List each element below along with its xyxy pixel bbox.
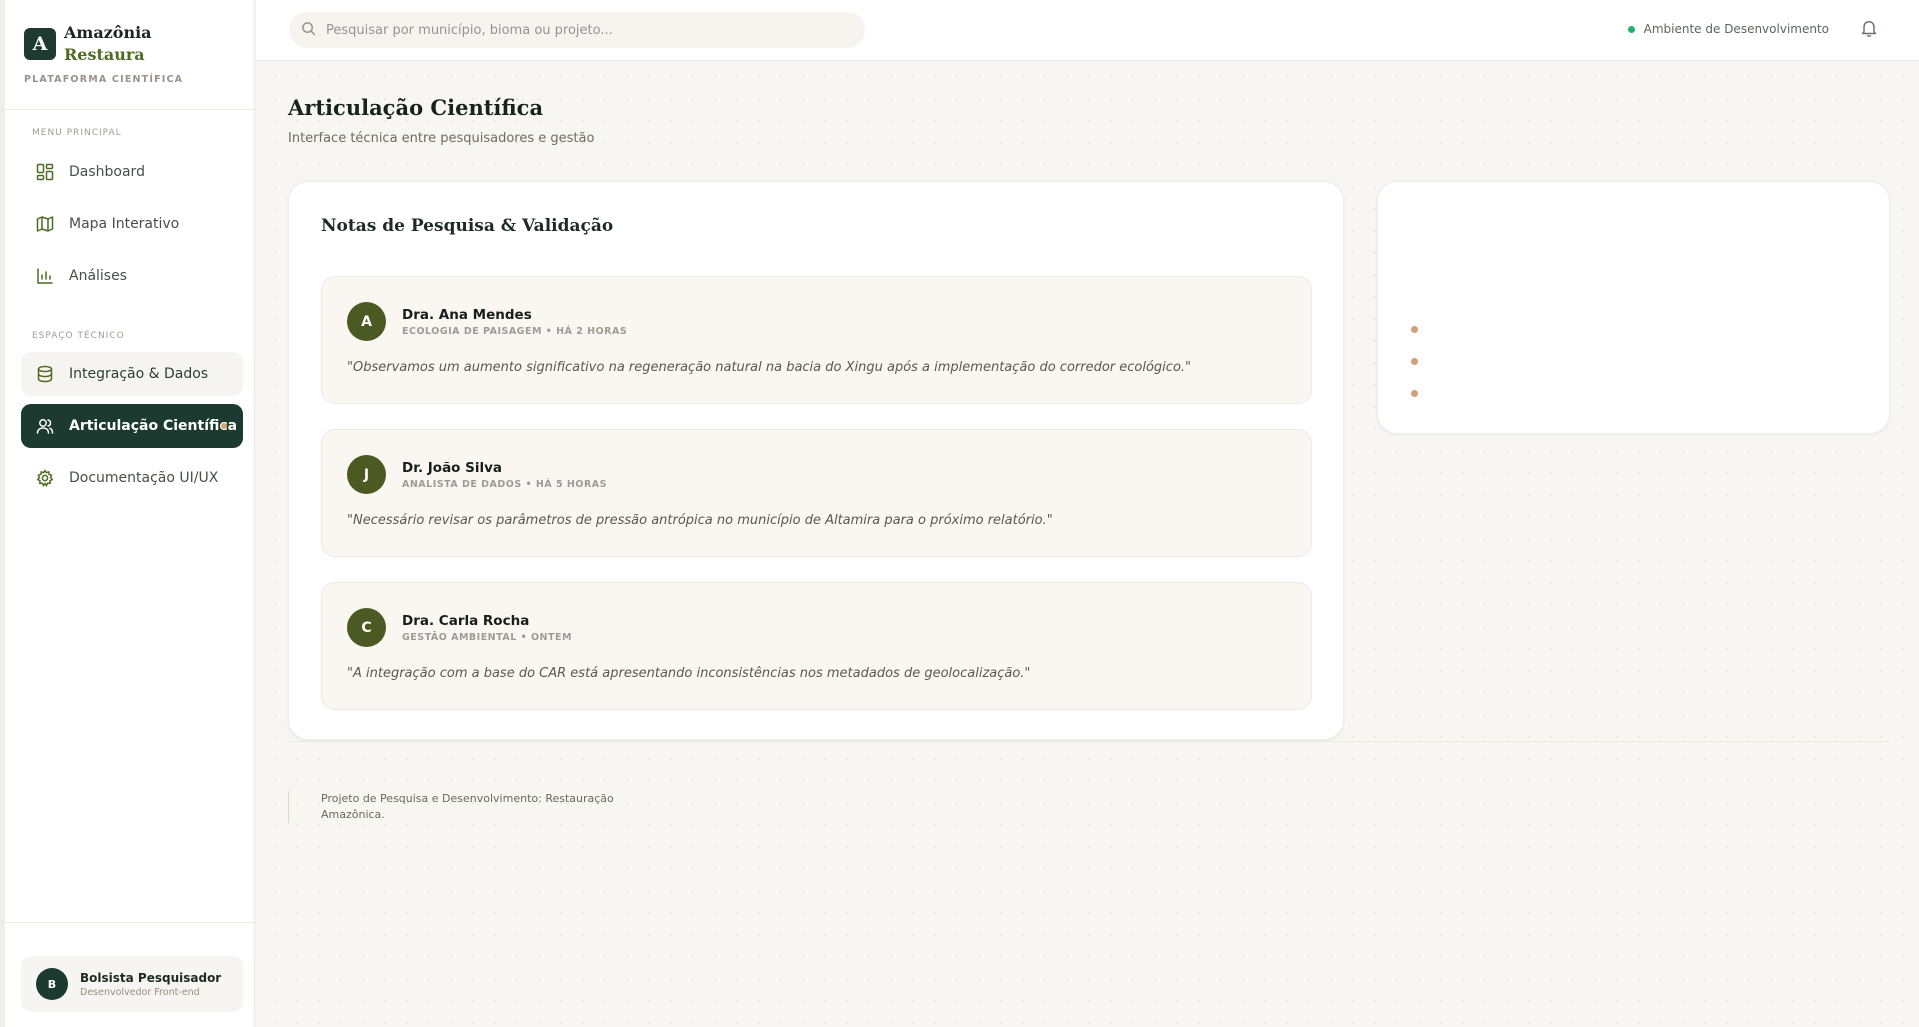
note-meta: ECOLOGIA DE PAISAGEM • HÁ 2 HORAS [402, 326, 628, 337]
bullet-dot [1411, 390, 1418, 397]
note-text: "A integração com a base do CAR está apr… [347, 666, 1031, 681]
database-icon [35, 364, 55, 384]
note-author: Dra. Carla Rocha [402, 613, 530, 629]
card-title: Notas de Pesquisa & Validação [321, 216, 614, 236]
note-author: Dra. Ana Mendes [402, 307, 532, 323]
search-bar [289, 12, 865, 48]
note-meta: GESTÃO AMBIENTAL • ONTEM [402, 632, 572, 643]
note-author: Dr. João Silva [402, 460, 503, 476]
research-notes-card: Notas de Pesquisa & Validação A Dra. Ana… [288, 181, 1344, 740]
sidebar-item-label: Documentação UI/UX [69, 470, 219, 486]
brand: A Amazônia Restaura PLATAFORMA CIENTÍFIC… [5, 0, 254, 110]
note-text: "Necessário revisar os parâmetros de pre… [347, 513, 1053, 528]
active-indicator-dot [221, 423, 227, 429]
list-item[interactable]: J Dr. João Silva ANALISTA DE DADOS • HÁ … [321, 429, 1312, 557]
sidebar-item-map[interactable]: Mapa Interativo [21, 202, 243, 246]
bullet-dot [1411, 326, 1418, 333]
brand-name-line2: Restaura [64, 45, 145, 64]
bell-icon[interactable] [1859, 18, 1881, 40]
bullet-dot [1411, 358, 1418, 365]
brand-name-line1: Amazônia [64, 23, 152, 42]
sidebar-item-label: Análises [69, 268, 128, 284]
sidebar-divider [5, 922, 254, 923]
avatar: J [347, 455, 386, 494]
sidebar-item-documentation[interactable]: Documentação UI/UX [21, 456, 243, 500]
gear-icon [35, 468, 55, 488]
users-icon [35, 416, 55, 436]
sidebar: A Amazônia Restaura PLATAFORMA CIENTÍFIC… [0, 0, 255, 1027]
bar-chart-icon [35, 266, 55, 286]
sidebar-item-label: Dashboard [69, 164, 145, 180]
side-panel-card [1377, 181, 1890, 434]
footer-text: Projeto de Pesquisa e Desenvolvimento: R… [288, 791, 648, 823]
topbar: Ambiente de Desenvolvimento [256, 0, 1919, 61]
sidebar-item-scientific-articulation[interactable]: Articulação Científica [21, 404, 243, 448]
sidebar-item-label: Mapa Interativo [69, 216, 180, 232]
search-icon [301, 21, 316, 40]
section-tech-label: ESPAÇO TÉCNICO [32, 331, 125, 341]
sidebar-item-integration[interactable]: Integração & Dados [21, 352, 243, 396]
dashboard-icon [35, 162, 55, 182]
user-role: Desenvolvedor Front-end [80, 986, 200, 998]
note-text: "Observamos um aumento significativo na … [347, 360, 1192, 375]
brand-logo: A [24, 28, 56, 60]
divider [288, 741, 1889, 742]
note-meta: ANALISTA DE DADOS • HÁ 5 HORAS [402, 479, 607, 490]
sidebar-item-label: Integração & Dados [69, 366, 209, 382]
environment-label: Ambiente de Desenvolvimento [1643, 22, 1829, 36]
map-icon [35, 214, 55, 234]
list-item[interactable]: A Dra. Ana Mendes ECOLOGIA DE PAISAGEM •… [321, 276, 1312, 404]
page-title: Articulação Científica [288, 95, 544, 120]
avatar: A [347, 302, 386, 341]
section-main-label: MENU PRINCIPAL [32, 128, 122, 138]
sidebar-item-dashboard[interactable]: Dashboard [21, 150, 243, 194]
sidebar-item-label: Articulação Científica [69, 418, 238, 434]
avatar: C [347, 608, 386, 647]
environment-status: Ambiente de Desenvolvimento [1627, 22, 1829, 36]
brand-name: Amazônia Restaura [64, 22, 152, 66]
user-name: Bolsista Pesquisador [80, 970, 222, 985]
brand-tagline: PLATAFORMA CIENTÍFICA [24, 74, 184, 85]
sidebar-item-analyses[interactable]: Análises [21, 254, 243, 298]
list-item[interactable]: C Dra. Carla Rocha GESTÃO AMBIENTAL • ON… [321, 582, 1312, 710]
avatar: B [36, 968, 68, 1000]
search-input[interactable] [326, 22, 846, 38]
user-profile-card[interactable]: B Bolsista Pesquisador Desenvolvedor Fro… [21, 956, 243, 1012]
status-online-dot [1627, 25, 1635, 33]
page-subtitle: Interface técnica entre pesquisadores e … [288, 131, 595, 146]
